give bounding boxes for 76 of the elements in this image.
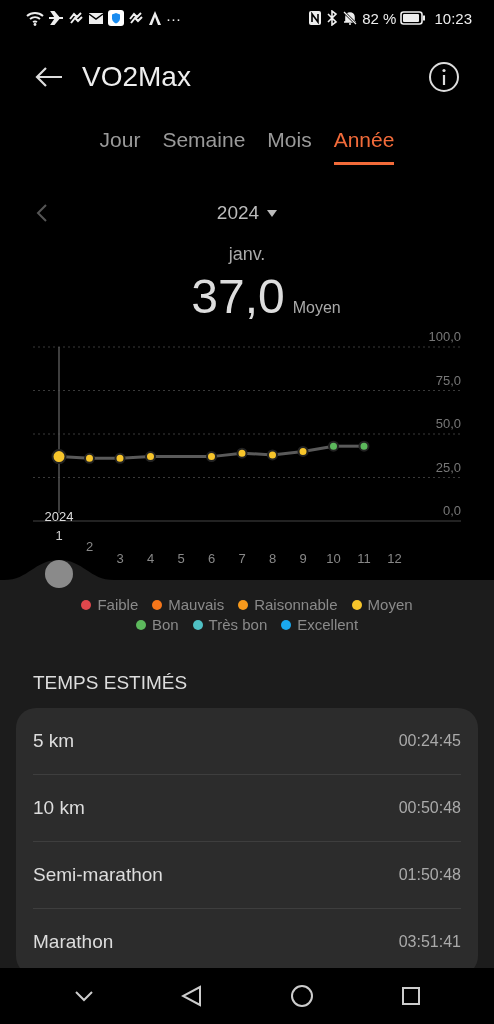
- year-axis-label: 2024: [44, 509, 74, 524]
- legend-label: Excellent: [297, 616, 359, 634]
- shield-icon: [108, 10, 124, 26]
- section-title: TEMPS ESTIMÉS: [33, 672, 189, 695]
- battery-icon: [400, 11, 427, 25]
- distance-label: Semi-marathon: [33, 864, 163, 886]
- triangle-logo-icon: [148, 10, 162, 26]
- back-arrow-icon[interactable]: [34, 66, 64, 88]
- legend-label: Raisonnable: [254, 596, 338, 614]
- distance-label: 5 km: [33, 730, 75, 752]
- mail-icon: [88, 11, 104, 25]
- estimated-time: 00:24:45: [398, 732, 461, 750]
- battery-percent: 82 %: [362, 10, 397, 26]
- data-point[interactable]: [145, 451, 156, 463]
- caret-down-icon: [267, 209, 278, 217]
- y-axis-label: 100,0: [428, 329, 461, 344]
- nfc-icon: [308, 10, 323, 26]
- data-point[interactable]: [358, 440, 370, 452]
- data-point[interactable]: [84, 452, 95, 464]
- zigzag-icon: [128, 10, 144, 26]
- y-axis-label: 25,0: [435, 459, 461, 475]
- period-tab[interactable]: Année: [333, 122, 395, 165]
- airplane-icon: [48, 10, 64, 26]
- legend-label: Bon: [151, 616, 179, 634]
- x-axis-label: 11: [357, 551, 371, 566]
- x-axis-label: 3: [116, 551, 124, 566]
- x-axis-label: 9: [299, 551, 307, 566]
- x-axis-label: 5: [177, 551, 185, 566]
- recents-square-icon[interactable]: [400, 986, 421, 1006]
- x-axis-label: 8: [268, 551, 277, 566]
- x-axis-label: 2: [85, 539, 94, 554]
- chevron-left-icon[interactable]: [36, 203, 48, 223]
- bluetooth-icon: [326, 10, 339, 26]
- year-dropdown[interactable]: 2024: [216, 202, 278, 224]
- wifi-icon: [26, 10, 44, 26]
- estimated-time: 00:50:48: [398, 799, 461, 817]
- y-axis-label: 50,0: [435, 416, 461, 431]
- data-point[interactable]: [328, 440, 339, 452]
- x-axis-label: 7: [238, 551, 246, 566]
- period-label: janv.: [228, 244, 266, 265]
- more-notifications-text: ···: [166, 10, 181, 26]
- y-axis-label: 0,0: [442, 503, 461, 518]
- back-triangle-icon[interactable]: [180, 985, 203, 1007]
- data-point[interactable]: [206, 451, 217, 463]
- data-point[interactable]: [51, 449, 67, 465]
- x-axis-label: 12: [387, 551, 402, 566]
- rating-label: Moyen: [292, 299, 341, 317]
- info-icon[interactable]: [428, 61, 460, 93]
- legend-label: Faible: [97, 596, 139, 614]
- period-tab[interactable]: Semaine: [162, 122, 246, 165]
- distance-label: 10 km: [33, 797, 85, 819]
- legend-label: Très bon: [208, 616, 268, 634]
- period-tab[interactable]: Mois: [267, 122, 312, 165]
- estimated-time: 01:50:48: [398, 866, 461, 884]
- data-point[interactable]: [114, 452, 126, 464]
- data-point[interactable]: [267, 449, 278, 461]
- estimated-time: 03:51:41: [398, 933, 461, 951]
- vo2max-value: 37,0: [191, 269, 285, 324]
- data-point[interactable]: [236, 447, 248, 459]
- bell-off-icon: [342, 10, 359, 26]
- screen-title: VO2Max: [82, 61, 192, 93]
- data-point[interactable]: [297, 445, 309, 457]
- legend-label: Mauvais: [168, 596, 225, 614]
- x-axis-label: 4: [146, 551, 155, 566]
- period-tab[interactable]: Jour: [99, 122, 141, 165]
- clock-time: 10:23: [434, 10, 472, 26]
- y-axis-label: 75,0: [435, 372, 461, 388]
- home-circle-icon[interactable]: [289, 984, 314, 1008]
- legend-label: Moyen: [367, 596, 413, 614]
- chevron-down-icon[interactable]: [73, 990, 94, 1002]
- zigzag-icon: [68, 10, 84, 26]
- slider-thumb[interactable]: [45, 560, 73, 588]
- x-axis-label: 10: [326, 551, 341, 566]
- distance-label: Marathon: [33, 931, 114, 953]
- x-axis-label: 6: [207, 551, 216, 566]
- x-axis-label: 1: [55, 528, 63, 543]
